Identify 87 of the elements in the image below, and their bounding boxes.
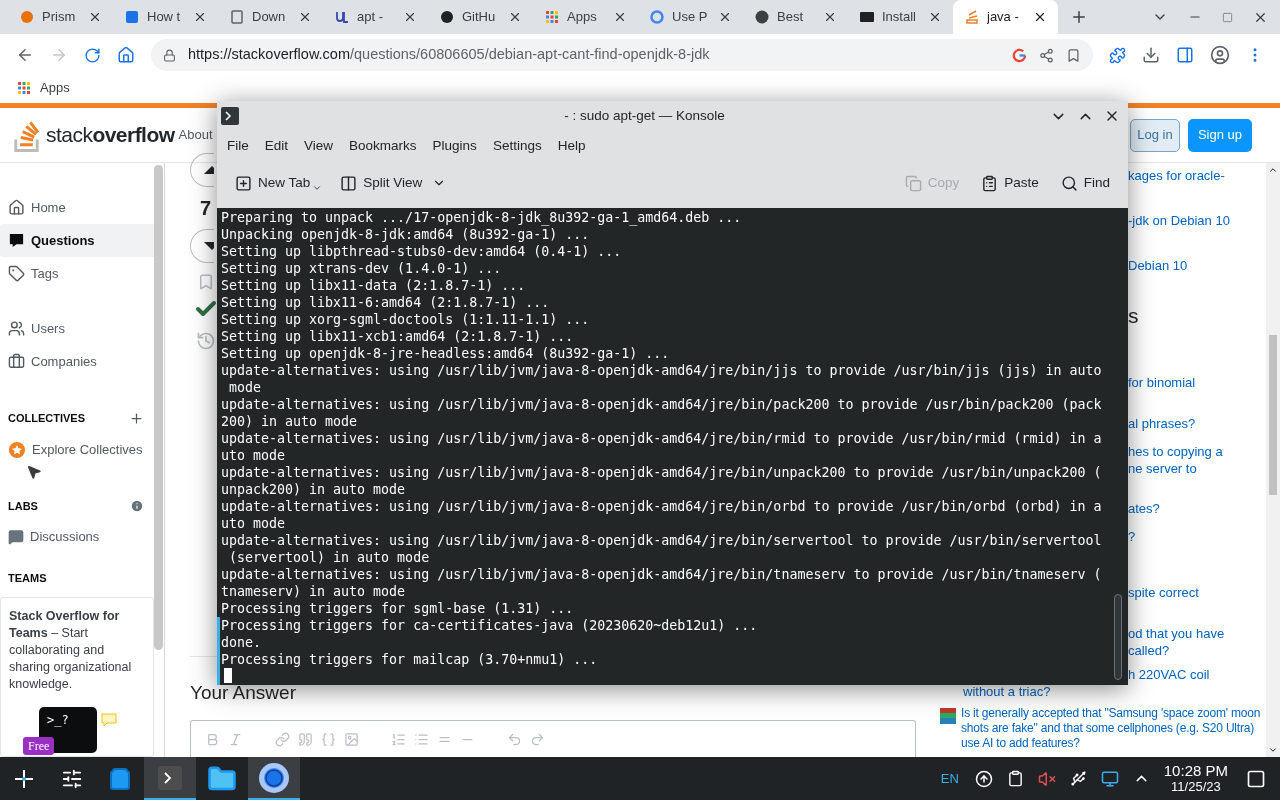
question-link[interactable]: ? [1128,528,1266,545]
terminal-line: Setting up libx11-xcb1:amd64 (2:1.8.7-1) ... [220,328,574,345]
teams-text: Stack Overflow for Teams – Start collaborating and sharing organizational knowledge. [9,607,133,693]
terminal-line: mode [228,379,262,396]
section-heading: TEAMS [7,571,48,587]
terminal-line: update-alternatives: using /usr/lib/jvm/java-8-openjdk-amd64/jre/bin/pack200 to provide /usr/bin/pack200 (pack [220,396,1102,413]
toolbar-button[interactable]: New Tab [231,172,327,194]
login-button[interactable]: Log in [1129,118,1180,152]
question-link[interactable]: for binomial [1128,374,1266,391]
address-bar[interactable]: https://stackoverflow.com/questions/60806605/debian-apt-cant-find-openjdk-8-jdk [151,39,1093,71]
browser-tab[interactable]: Prism [8,0,113,34]
section-heading: s [1127,303,1140,329]
menu-item[interactable]: Edit [256,135,297,157]
menu-item[interactable]: View [296,135,342,157]
terminal-line: update-alternatives: using /usr/lib/jvm/java-8-openjdk-amd64/jre/bin/orbd to provide /usr/bin/orbd (orbd) in a [220,498,1102,515]
url-text: https://stackoverflow.com/questions/60806605/debian-apt-cant-find-openjdk-8-jdk [188,45,711,65]
nav-item[interactable]: Questions [0,224,154,257]
terminal-line: Setting up libpthread-stubs0-dev:amd64 (0.4-1) ... [220,243,622,260]
section-heading: LABS [8,498,38,514]
terminal-line: Setting up libx11-6:amd64 (2:1.8.7-1) ... [220,294,550,311]
clock[interactable]: 10:28 PM 11/25/23 [1163,762,1228,795]
question-link[interactable]: kages for oracle- [1128,167,1266,184]
logo-text: stackoverflow [46,122,175,149]
terminal-line: done. [220,634,262,651]
terminal-line: Processing triggers for ca-certificates-java (20230620~deb12u1) ... [220,617,758,634]
terminal-line: Setting up xtrans-dev (1.4.0-1) ... [220,260,502,277]
browser-tab[interactable]: Down [218,0,323,34]
terminal-line: Setting up libx11-data (2:1.8.7-1) ... [220,277,526,294]
question-link[interactable]: ne server to [1128,460,1266,477]
browser-tab[interactable]: java - [953,0,1058,34]
terminal-line: update-alternatives: using /usr/lib/jvm/java-8-openjdk-amd64/jre/bin/unpack200 to provide /usr/bin/unpack200 ( [220,464,1102,481]
menu-item[interactable]: Bookmarks [341,135,425,157]
question-link[interactable]: called? [1128,642,1266,659]
browser-tab[interactable]: How t [113,0,218,34]
bookmark-item[interactable]: Apps [16,78,70,98]
browser-tab[interactable]: Apps [533,0,638,34]
free-badge: Free [23,736,55,755]
question-link[interactable]: ates? [1128,500,1266,517]
menu-item[interactable]: Plugins [424,135,485,157]
nav-item[interactable]: Tags [0,257,154,290]
terminal-line: uto mode [220,447,286,464]
terminal-line: update-alternatives: using /usr/lib/jvm/java-8-openjdk-amd64/jre/bin/servertool to provide /usr/bin/servertool [220,532,1102,549]
nav-item[interactable]: Home [0,191,154,224]
nav-item[interactable]: Companies [0,345,154,378]
browser-tab[interactable]: Best [743,0,848,34]
terminal-line: Processing triggers for mailcap (3.70+nmu1) ... [220,651,598,668]
menu-item[interactable]: File [219,135,257,157]
section-heading: COLLECTIVES [8,411,85,426]
nav-item[interactable]: Discussions [0,522,154,553]
terminal-line: Setting up openjdk-8-jre-headless:amd64 (8u392-ga-1) ... [220,345,670,362]
toolbar-button[interactable]: Find [1056,172,1114,194]
browser-tab[interactable]: GitHu [428,0,533,34]
nav-item[interactable]: Explore Collectives [0,434,154,465]
question-link[interactable]: -jdk on Debian 10 [1128,212,1266,229]
browser-tab[interactable]: apt - [323,0,428,34]
answer-heading: Your Answer [190,680,297,705]
question-link[interactable]: without a triac? [940,683,1266,700]
terminal-line: Unpacking openjdk-8-jdk:amd64 (8u392-ga-1) ... [220,226,590,243]
nav-item[interactable]: Users [0,312,154,345]
terminal-line: 200) in auto mode [220,413,358,430]
browser-tab[interactable]: Install [848,0,953,34]
language-indicator[interactable]: EN [940,768,959,789]
question-link[interactable]: al phrases? [1128,415,1266,432]
menu-item[interactable]: Settings [484,135,550,157]
terminal-line: Setting up xorg-sgml-doctools (1:1.11-1.1) ... [220,311,590,328]
question-link[interactable]: hes to copying a [1128,443,1266,460]
question-link[interactable]: h 220VAC coil [1128,666,1266,683]
terminal-line: Preparing to unpack .../17-openjdk-8-jdk_8u392-ga-1_amd64.deb ... [220,209,742,226]
terminal-line: update-alternatives: using /usr/lib/jvm/java-8-openjdk-amd64/jre/bin/rmid to provide /usr/bin/rmid (rmid) in a [220,430,1102,447]
terminal-line: Processing triggers for sgml-base (1.31) ... [220,600,574,617]
window-title: - : sudo apt-get — Konsole [563,106,726,125]
terminal-line: update-alternatives: using /usr/lib/jvm/java-8-openjdk-amd64/jre/bin/jjs to provide /usr/bin/jjs (jjs) in auto [220,362,1102,379]
toolbar-button[interactable]: Split View [336,172,451,194]
vote-count: 7 [199,196,212,221]
question-link[interactable]: Is it generally accepted that "Samsung 'space zoom' moon shots are fake" and that some cellphones (e.g. S20 Ultra) use AI to add features? [961,706,1266,751]
about-link[interactable]: About [178,125,213,145]
terminal-line: uto mode [220,515,286,532]
terminal-line: unpack200) in auto mode [220,481,406,498]
menu-item[interactable]: Help [549,135,594,157]
question-link[interactable]: od that you have [1128,625,1266,642]
browser-tab[interactable]: Use P [638,0,743,34]
question-link[interactable]: Debian 10 [1128,257,1266,274]
terminal-line: update-alternatives: using /usr/lib/jvm/java-8-openjdk-amd64/jre/bin/tnameserv to provide /usr/bin/tnameserv ( [220,566,1102,583]
question-link[interactable]: spite correct [1128,584,1266,601]
terminal-line: tnameserv) in auto mode [220,583,406,600]
terminal-line: (servertool) in auto mode [228,549,430,566]
toolbar-button[interactable]: Paste [977,172,1043,194]
